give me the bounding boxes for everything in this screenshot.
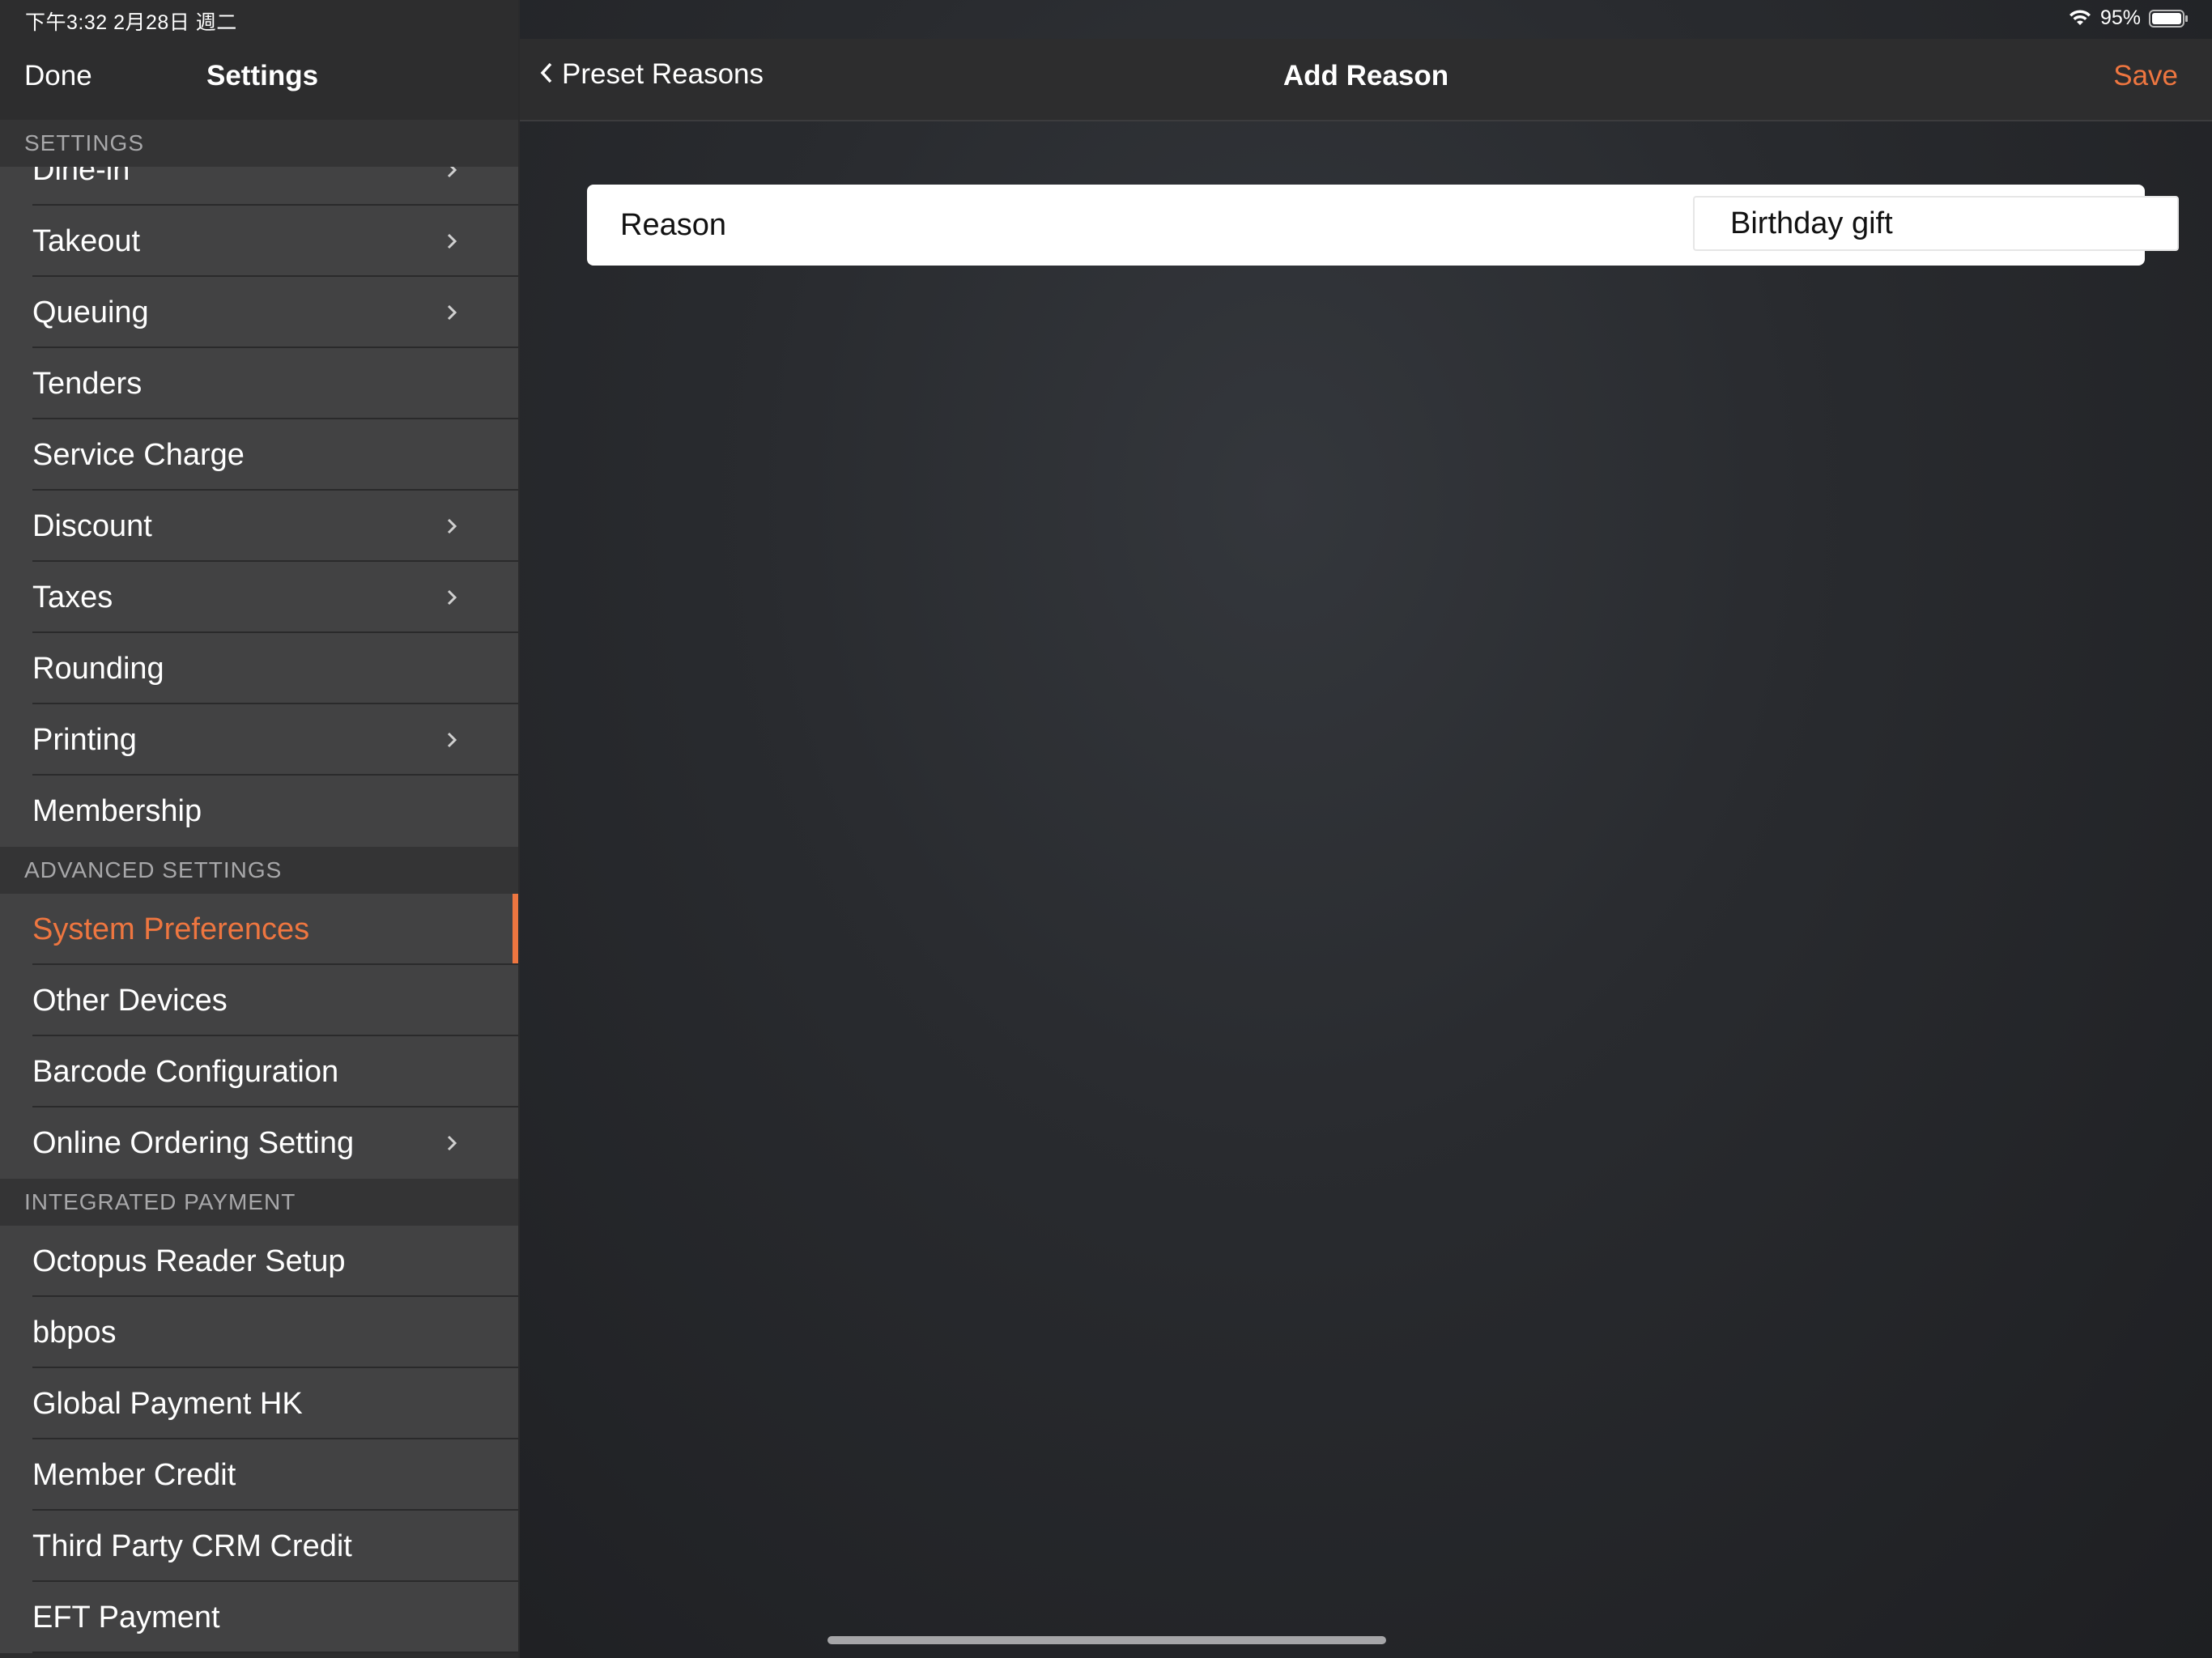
sidebar-item-eft-payment[interactable]: EFT Payment xyxy=(0,1582,518,1653)
selection-indicator xyxy=(513,894,518,965)
sidebar-item-service-charge[interactable]: Service Charge xyxy=(0,419,518,491)
chevron-right-icon xyxy=(444,491,460,562)
sidebar-item-label: Other Devices xyxy=(32,984,228,1018)
sidebar-item-global-payment-hk[interactable]: Global Payment HK xyxy=(0,1368,518,1439)
sidebar-item-taxes[interactable]: Taxes xyxy=(0,562,518,633)
settings-sidebar: Done Settings SETTINGS Dine-in Takeout Q… xyxy=(0,0,518,1658)
sidebar-item-bbpos[interactable]: bbpos xyxy=(0,1297,518,1368)
sidebar-item-label: EFT Payment xyxy=(32,1601,220,1635)
sidebar-item-octopus-reader-setup[interactable]: Octopus Reader Setup xyxy=(0,1226,518,1297)
sidebar-item-label: Tenders xyxy=(32,367,143,401)
sidebar-item-label: Printing xyxy=(32,723,137,757)
sidebar-item-label: Service Charge xyxy=(32,438,245,472)
sidebar-item-member-credit[interactable]: Member Credit xyxy=(0,1439,518,1511)
sidebar-item-label: Takeout xyxy=(32,224,141,258)
sidebar-item-label: Online Ordering Setting xyxy=(32,1126,355,1160)
section-header-advanced-settings: ADVANCED SETTINGS xyxy=(0,847,518,894)
page-title: Add Reason xyxy=(1283,60,1449,91)
sidebar-item-online-ordering-setting[interactable]: Online Ordering Setting xyxy=(0,1107,518,1179)
reason-input[interactable] xyxy=(1693,196,2179,251)
sidebar-item-label: Global Payment HK xyxy=(32,1387,303,1421)
status-time: 下午3:32 2月28日 週二 xyxy=(25,11,237,34)
sidebar-item-label: Membership xyxy=(32,794,202,828)
chevron-right-icon xyxy=(444,704,460,776)
sidebar-item-third-party-crm-credit[interactable]: Third Party CRM Credit xyxy=(0,1511,518,1582)
sidebar-item-takeout[interactable]: Takeout xyxy=(0,206,518,277)
chevron-right-icon xyxy=(444,206,460,277)
section-header-settings: SETTINGS xyxy=(0,120,518,167)
sidebar-item-label: System Preferences xyxy=(32,912,310,946)
battery-icon xyxy=(2149,9,2189,28)
sidebar-item-queuing[interactable]: Queuing xyxy=(0,277,518,348)
done-button[interactable]: Done xyxy=(24,60,92,92)
chevron-right-icon xyxy=(444,562,460,633)
sidebar-item-label: Queuing xyxy=(32,295,149,329)
reason-label: Reason xyxy=(620,208,726,242)
save-button[interactable]: Save xyxy=(2113,60,2178,92)
sidebar-item-label: Discount xyxy=(32,509,152,543)
sidebar-item-label: Taxes xyxy=(32,580,113,614)
main-nav-bar: Preset Reasons Add Reason Save xyxy=(520,39,2212,121)
divider xyxy=(32,1652,518,1653)
battery-percent: 95% xyxy=(2099,6,2141,29)
sidebar-item-rounding[interactable]: Rounding xyxy=(0,633,518,704)
sidebar-item-other-devices[interactable]: Other Devices xyxy=(0,965,518,1036)
chevron-right-icon xyxy=(444,277,460,348)
sidebar-item-tenders[interactable]: Tenders xyxy=(0,348,518,419)
sidebar-title: Settings xyxy=(206,60,319,91)
sidebar-item-label: Rounding xyxy=(32,652,164,686)
sidebar-nav-bar: Done Settings xyxy=(0,39,518,120)
main-panel: Preset Reasons Add Reason Save Reason xyxy=(520,0,2212,1658)
status-bar: 下午3:32 2月28日 週二 95% xyxy=(0,0,2212,39)
sidebar-item-label: Octopus Reader Setup xyxy=(32,1244,346,1278)
home-indicator xyxy=(827,1636,1386,1644)
sidebar-item-discount[interactable]: Discount xyxy=(0,491,518,562)
reason-form-row: Reason xyxy=(587,185,2179,266)
sidebar-item-label: bbpos xyxy=(32,1316,117,1350)
status-indicators: 95% xyxy=(2068,6,2189,30)
chevron-right-icon xyxy=(444,1107,460,1179)
sidebar-item-barcode-configuration[interactable]: Barcode Configuration xyxy=(0,1036,518,1107)
sidebar-item-system-preferences[interactable]: System Preferences xyxy=(0,894,518,965)
sidebar-item-label: Member Credit xyxy=(32,1458,236,1492)
sidebar-item-label: Third Party CRM Credit xyxy=(32,1529,352,1563)
wifi-icon xyxy=(2068,9,2092,28)
sidebar-item-label: Barcode Configuration xyxy=(32,1055,339,1089)
section-header-integrated-payment: INTEGRATED PAYMENT xyxy=(0,1179,518,1226)
sidebar-item-printing[interactable]: Printing xyxy=(0,704,518,776)
sidebar-item-membership[interactable]: Membership xyxy=(0,776,518,847)
